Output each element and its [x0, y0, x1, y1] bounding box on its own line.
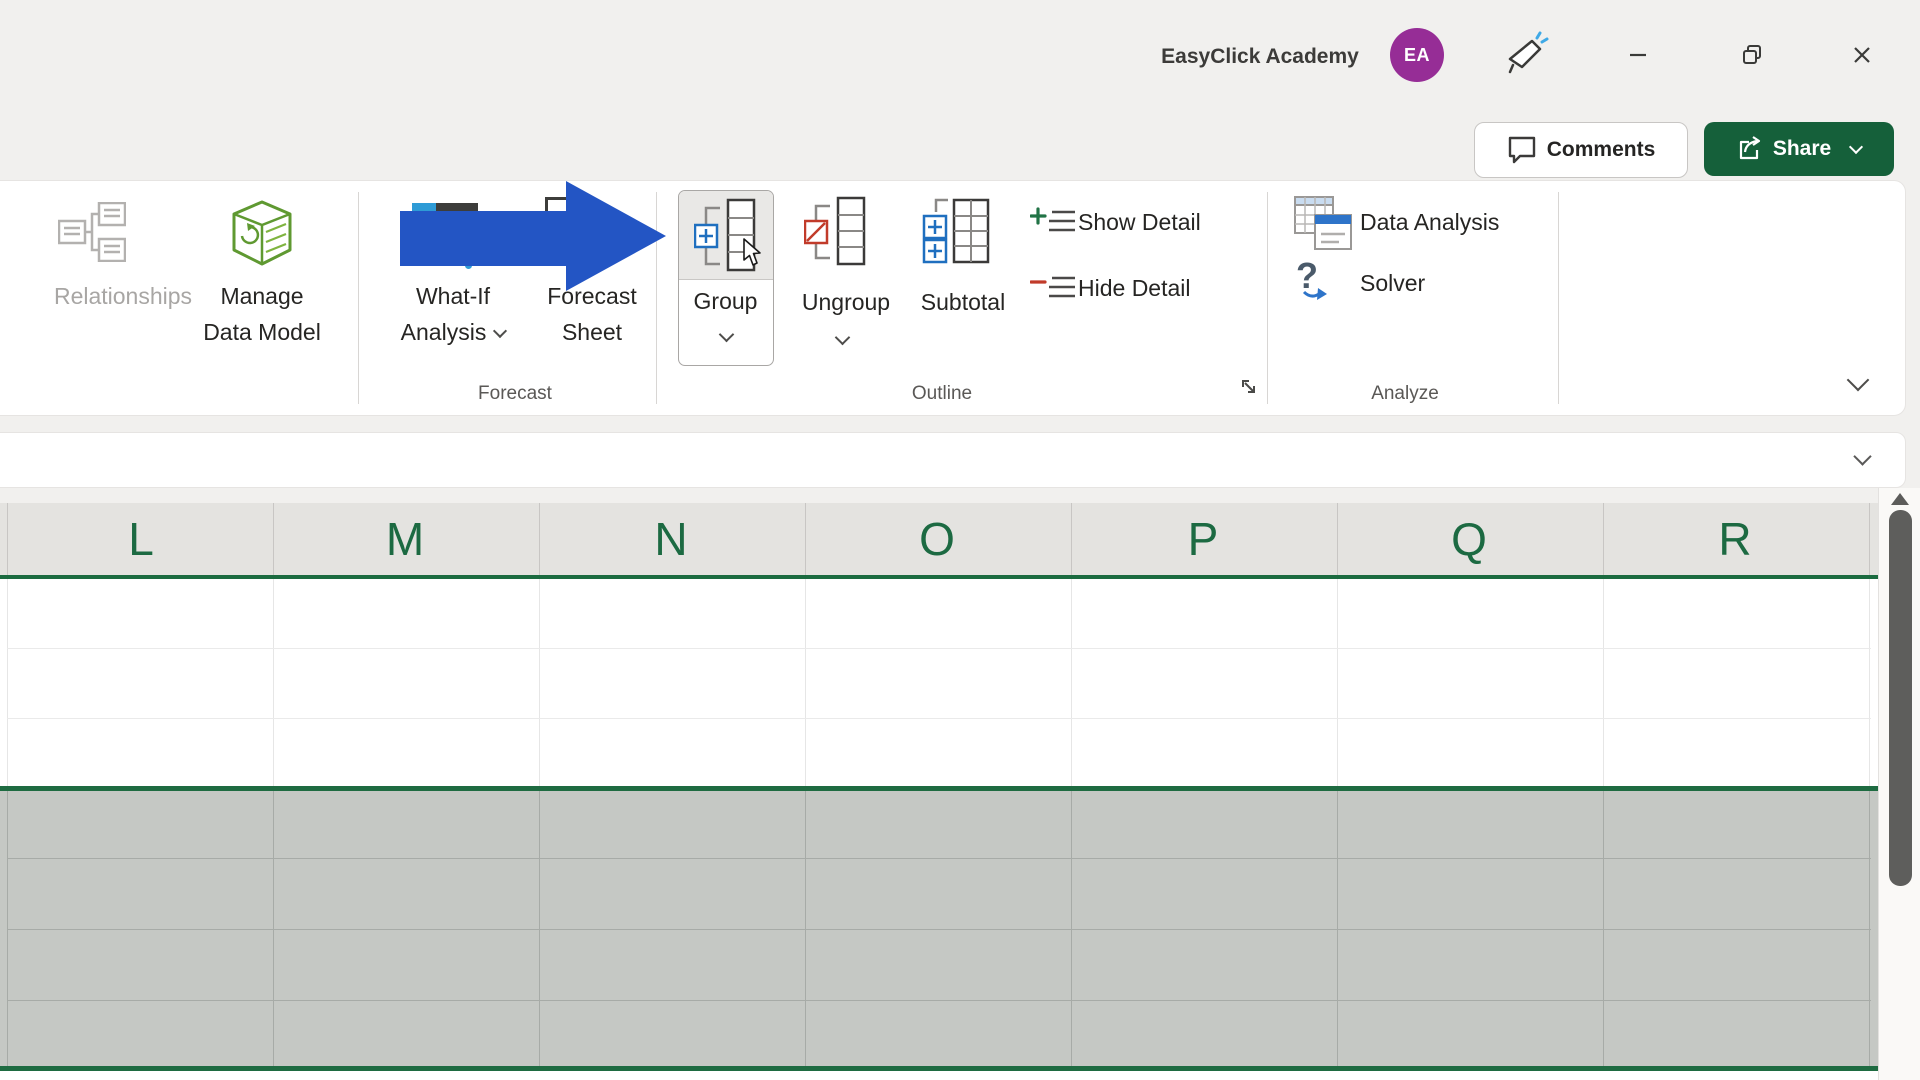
- account-name: EasyClick Academy: [1161, 45, 1359, 68]
- manage-data-model-button[interactable]: Manage Data Model: [180, 194, 345, 354]
- column-header-Q[interactable]: Q: [1337, 503, 1601, 575]
- share-label: Share: [1772, 137, 1832, 160]
- relationships-icon: [57, 201, 127, 267]
- megaphone-icon[interactable]: [1500, 28, 1552, 78]
- title-bar: EasyClick Academy EA: [0, 0, 1920, 112]
- solver-icon: ?: [1292, 255, 1336, 307]
- annotation-arrow: [398, 179, 670, 298]
- share-button[interactable]: Share: [1704, 122, 1894, 176]
- manage-data-model-label-line1: Manage: [220, 283, 304, 309]
- column-header-P[interactable]: P: [1071, 503, 1335, 575]
- svg-text:?: ?: [1296, 256, 1318, 296]
- group-dropdown-icon[interactable]: [718, 326, 735, 343]
- close-button[interactable]: [1836, 30, 1888, 80]
- solver-button[interactable]: ? Solver: [1286, 255, 1486, 308]
- gridlines: [7, 791, 1871, 1066]
- scroll-up-icon[interactable]: [1891, 493, 1909, 505]
- avatar[interactable]: EA: [1390, 28, 1444, 82]
- ungroup-icon: [803, 196, 868, 273]
- gridlines: [7, 579, 1871, 786]
- ungroup-dropdown-icon[interactable]: [834, 329, 851, 346]
- comments-label: Comments: [1546, 138, 1656, 161]
- column-header-N[interactable]: N: [539, 503, 803, 575]
- show-detail-label: Show Detail: [1078, 209, 1201, 235]
- manage-data-model-label-line2: Data Model: [203, 319, 321, 345]
- group-label: Group: [693, 288, 758, 314]
- column-header-row: L M N O P Q R: [0, 503, 1878, 579]
- what-if-label-line2: Analysis: [373, 317, 533, 347]
- spreadsheet-cells-unselected[interactable]: [0, 579, 1878, 786]
- excel-window: EasyClick Academy EA Comments Share Rela…: [0, 0, 1920, 1080]
- column-header-L[interactable]: L: [9, 503, 273, 575]
- data-analysis-label: Data Analysis: [1360, 209, 1500, 235]
- subtotal-button[interactable]: Subtotal: [910, 192, 1016, 358]
- forecast-sheet-label-line2: Sheet: [561, 319, 623, 345]
- data-model-icon: [230, 200, 294, 273]
- analyze-group-label: Analyze: [1371, 383, 1439, 404]
- share-chevron-icon[interactable]: [1849, 139, 1864, 155]
- data-analysis-icon: [1294, 196, 1354, 257]
- restore-button[interactable]: [1726, 30, 1778, 80]
- share-icon: [1737, 136, 1763, 162]
- avatar-initials: EA: [1403, 44, 1430, 65]
- show-detail-button[interactable]: Show Detail: [1022, 198, 1234, 246]
- spreadsheet-cells-below-selection[interactable]: [0, 1071, 1878, 1080]
- data-analysis-button[interactable]: Data Analysis: [1286, 194, 1526, 250]
- column-header-O[interactable]: O: [805, 503, 1069, 575]
- formula-bar[interactable]: [0, 432, 1906, 488]
- comment-bubble-icon: [1507, 136, 1537, 164]
- comments-button[interactable]: Comments: [1474, 122, 1688, 178]
- show-detail-icon: [1029, 207, 1076, 242]
- solver-label: Solver: [1360, 270, 1426, 296]
- column-header-M[interactable]: M: [273, 503, 537, 575]
- relationships-button[interactable]: Relationships: [30, 194, 192, 324]
- hide-detail-icon: [1029, 273, 1076, 308]
- outline-dialog-launcher-icon[interactable]: [1240, 378, 1264, 402]
- mouse-cursor: [742, 238, 766, 273]
- what-if-dropdown-icon[interactable]: [493, 323, 508, 339]
- forecast-group-label: Forecast: [478, 383, 552, 404]
- ungroup-button[interactable]: Ungroup: [794, 192, 898, 358]
- minimize-button[interactable]: [1612, 30, 1664, 80]
- ungroup-label: Ungroup: [801, 289, 891, 315]
- hide-detail-button[interactable]: Hide Detail: [1022, 264, 1234, 312]
- column-header-R[interactable]: R: [1603, 503, 1867, 575]
- ribbon-separator: [358, 192, 359, 404]
- subtotal-icon: [922, 196, 992, 271]
- subtotal-label: Subtotal: [920, 289, 1006, 315]
- group-button[interactable]: Group: [678, 190, 774, 366]
- ribbon-separator: [1267, 192, 1268, 404]
- scrollbar-thumb[interactable]: [1889, 510, 1912, 886]
- ribbon-separator: [1558, 192, 1559, 404]
- hide-detail-label: Hide Detail: [1078, 275, 1191, 301]
- outline-group-label: Outline: [911, 383, 973, 404]
- vertical-scrollbar[interactable]: [1878, 488, 1920, 1080]
- spreadsheet-cells-selected-rows[interactable]: [0, 791, 1878, 1066]
